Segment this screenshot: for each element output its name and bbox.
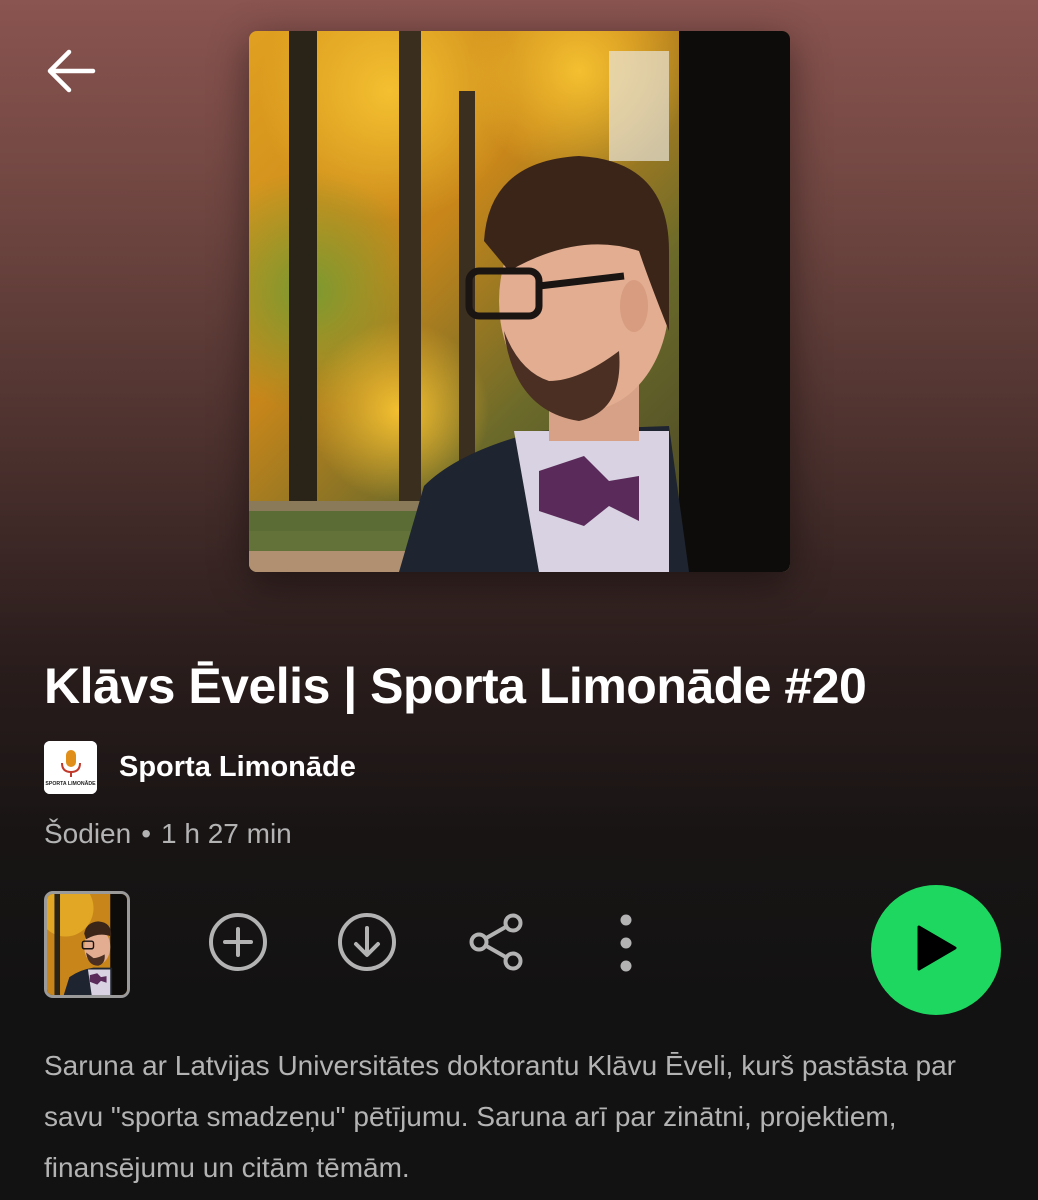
microphone-logo-icon: SPORTA LIMONĀDE xyxy=(44,740,97,794)
episode-duration: 1 h 27 min xyxy=(161,818,292,849)
episode-meta: Šodien • 1 h 27 min xyxy=(44,818,292,850)
episode-thumbnail-button[interactable] xyxy=(44,891,130,998)
share-icon xyxy=(465,910,529,979)
more-options-button[interactable] xyxy=(594,912,658,976)
more-vertical-icon xyxy=(594,910,658,979)
share-button[interactable] xyxy=(465,912,529,976)
show-logo-text: SPORTA LIMONĀDE xyxy=(45,780,96,787)
plus-circle-icon xyxy=(206,910,270,979)
episode-thumbnail-image xyxy=(47,894,127,995)
episode-date: Šodien xyxy=(44,818,132,849)
download-button[interactable] xyxy=(335,912,399,976)
episode-cover-image xyxy=(249,31,790,572)
add-to-library-button[interactable] xyxy=(206,912,270,976)
show-logo: SPORTA LIMONĀDE xyxy=(44,740,97,794)
episode-description: Saruna ar Latvijas Universitātes doktora… xyxy=(44,1050,957,1183)
show-link[interactable]: SPORTA LIMONĀDE Sporta Limonāde xyxy=(44,740,356,794)
play-icon xyxy=(913,923,959,978)
arrow-left-icon xyxy=(43,43,99,104)
episode-actions xyxy=(44,885,1001,1015)
back-button[interactable] xyxy=(38,40,104,106)
download-circle-icon xyxy=(335,910,399,979)
episode-title: Klāvs Ēvelis | Sporta Limonāde #20 xyxy=(44,658,867,714)
play-button[interactable] xyxy=(871,885,1001,1015)
show-name: Sporta Limonāde xyxy=(119,750,356,783)
meta-separator: • xyxy=(141,818,151,849)
